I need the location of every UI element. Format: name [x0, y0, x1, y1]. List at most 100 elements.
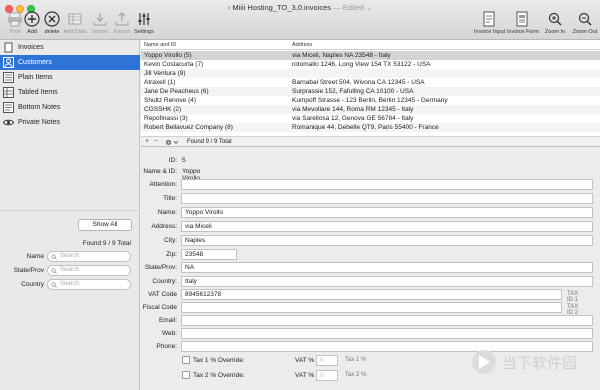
vat-code-field[interactable]: 8945612378 — [181, 289, 562, 300]
city-field[interactable]: Naples — [181, 235, 593, 246]
tax-2-vat-label: VAT % — [295, 372, 315, 379]
row-address: rotomallo 1246, Long View 154 TX 53122 -… — [292, 61, 431, 68]
import-button[interactable]: Import — [88, 11, 112, 39]
fiscal-code-label: Fiscal Code — [142, 304, 177, 311]
svg-text:当下软件园: 当下软件园 — [502, 354, 577, 372]
sidebar-item-label: Invoices — [18, 44, 44, 51]
sidebar-item-private-notes[interactable]: Private Notes — [0, 115, 140, 130]
row-address: via Miceli, Naples NA 23548 - Italy — [292, 52, 391, 59]
filter-state-row: State/Prov Search — [0, 265, 140, 277]
filter-placeholder: Search — [60, 267, 80, 273]
attention-label: Attention: — [149, 181, 177, 188]
tax-id-1-label: TAX ID 1 — [567, 291, 579, 303]
table-row[interactable]: Yoppo Virollo (5) via Miceli, Naples NA 2… — [141, 51, 600, 60]
table-row[interactable]: Kevin Costacurta (7) rotomallo 1246, Long… — [141, 60, 600, 69]
tax-2-vat-field[interactable]: 0 — [316, 370, 338, 381]
sidebar-item-bottom-notes[interactable]: Bottom Notes — [0, 100, 140, 115]
zoom-out-label: Zoom Out — [572, 29, 598, 35]
list-found-count: Found 9 / 9 Total — [187, 139, 232, 145]
text-lines-icon — [3, 72, 14, 83]
table-row[interactable]: Repofinassi (3) via Sarellosa 12, Genova … — [141, 114, 600, 123]
show-all-button[interactable]: Show All — [78, 219, 132, 231]
country-field[interactable]: Italy — [181, 276, 593, 287]
settings-button[interactable]: Settings — [132, 11, 156, 39]
address-field[interactable]: via Miceli — [181, 221, 593, 232]
title-field[interactable] — [181, 193, 593, 204]
invoice-input-button[interactable]: Invoice Input — [474, 11, 506, 39]
row-address: Romanique 44, Debelle QT9, Paris 55400 -… — [292, 124, 439, 131]
attention-field[interactable] — [181, 179, 593, 190]
sidebar-item-invoices[interactable]: Invoices — [0, 40, 140, 55]
remove-row-button[interactable]: − — [154, 138, 158, 145]
zoom-in-label: Zoom In — [544, 29, 566, 35]
table-row[interactable]: Shultz Renove (4) Kumpoff Strasse - 123 B… — [141, 96, 600, 105]
filter-placeholder: Search — [60, 253, 80, 259]
table-row[interactable]: Jill Ventura (9) — [141, 69, 600, 78]
zip-field[interactable]: 23548 — [181, 249, 237, 260]
export-button[interactable]: Export — [110, 11, 134, 39]
filter-country-search-input[interactable]: Search — [47, 279, 131, 290]
delete-icon — [44, 11, 60, 27]
sidebar-item-label: Bottom Notes — [18, 104, 61, 111]
add-data-icon — [68, 13, 82, 25]
state-label: State/Prov: — [144, 264, 177, 271]
gear-menu-icon[interactable] — [165, 139, 179, 146]
table-row[interactable]: Atraxell (1) Barnabal Street 504, Wivona … — [141, 78, 600, 87]
edited-status: — Edited ⌄ — [333, 3, 373, 12]
text-lines-icon — [3, 102, 14, 113]
add-icon — [24, 11, 40, 27]
search-icon — [51, 254, 57, 260]
row-address: via Sarellosa 12, Genova GE 56784 - Ital… — [292, 115, 414, 122]
settings-icon — [138, 13, 150, 25]
column-header-address[interactable]: Address — [292, 42, 312, 48]
invoice-form-icon — [516, 11, 528, 27]
zip-label: Zip: — [166, 251, 177, 258]
table-row[interactable]: CGSSHK (2) via Mevollare 144, Roma RM 123… — [141, 105, 600, 114]
sidebar-item-label: Private Notes — [18, 119, 61, 126]
table-row[interactable]: Jane De Peacheus (6) Surprassie 152, Fafu… — [141, 87, 600, 96]
filter-state-search-input[interactable]: Search — [47, 265, 131, 276]
window-title-text: Miiii Hosting_TO_3.0.invoices — [232, 3, 332, 12]
row-name: CGSSHK (2) — [144, 106, 182, 113]
person-icon — [3, 57, 14, 68]
country-label: Country: — [152, 278, 177, 285]
sidebar-item-customers[interactable]: Customers — [0, 55, 140, 70]
column-header-name[interactable]: Name and ID — [144, 42, 176, 48]
add-data-label: Add Data — [63, 29, 87, 35]
add-data-button[interactable]: Add Data — [63, 11, 87, 39]
list-header: Name and ID Address — [141, 40, 600, 50]
tax-2-percent-label: Tax 2 % — [345, 372, 367, 378]
sidebar-item-plain-items[interactable]: Plain Items — [0, 70, 140, 85]
id-label: ID: — [168, 157, 177, 164]
search-icon — [51, 268, 57, 274]
row-address: Barnabal Street 504, Wivona CA 12345 - U… — [292, 79, 425, 86]
sidebar: Invoices Customers Plain Items Tabled It… — [0, 40, 140, 390]
invoice-form-label: Invoice Form — [507, 29, 539, 35]
tax-2-override-checkbox[interactable] — [182, 371, 190, 379]
zoom-in-button[interactable]: Zoom In — [542, 11, 568, 39]
sidebar-item-label: Customers — [18, 59, 52, 66]
filter-country-label: Country — [21, 281, 44, 288]
state-field[interactable]: NA — [181, 262, 593, 273]
table-icon — [3, 87, 14, 98]
add-row-button[interactable]: + — [145, 138, 149, 145]
delete-button[interactable]: delete — [40, 11, 64, 39]
title-label: Title: — [163, 195, 177, 202]
fiscal-code-field[interactable] — [181, 302, 562, 313]
sidebar-item-tabled-items[interactable]: Tabled Items — [0, 85, 140, 100]
zoom-out-button[interactable]: Zoom Out — [571, 11, 599, 39]
name-field[interactable]: Yoppo Virollo — [181, 207, 593, 218]
email-field[interactable] — [181, 315, 593, 326]
invoice-form-button[interactable]: Invoice Form — [507, 11, 539, 39]
filter-name-search-input[interactable]: Search — [47, 251, 131, 262]
tax-1-vat-label: VAT % — [295, 357, 315, 364]
invoice-input-label: Invoice Input — [474, 29, 506, 35]
phone-label: Phone: — [156, 343, 177, 350]
address-label: Address: — [151, 223, 177, 230]
sidebar-item-label: Plain Items — [18, 74, 53, 81]
export-icon — [115, 12, 129, 26]
tax-1-override-checkbox[interactable] — [182, 356, 190, 364]
eye-icon — [3, 119, 14, 126]
table-row[interactable]: Robert Bellavuez Company (8) Romanique 44… — [141, 123, 600, 132]
tax-1-vat-field[interactable]: 0 — [316, 355, 338, 366]
